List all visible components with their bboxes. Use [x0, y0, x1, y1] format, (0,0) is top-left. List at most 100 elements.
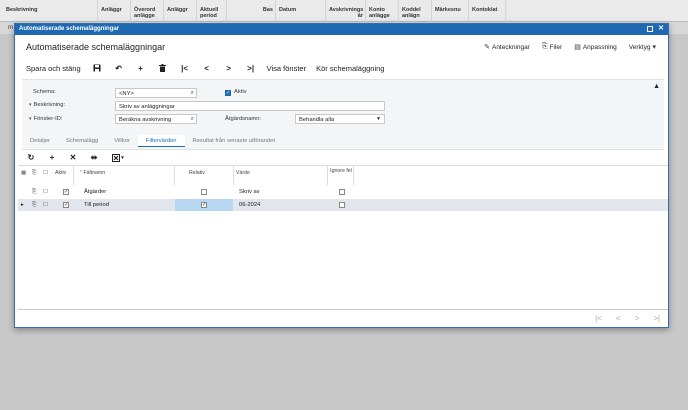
save-icon[interactable] [91, 62, 103, 74]
tools-label: Verktyg [628, 43, 651, 51]
col-divider [327, 166, 328, 185]
next-page-icon[interactable]: > [635, 314, 640, 323]
paperclip-icon: ⎘ [541, 43, 548, 50]
col-divider [353, 166, 354, 185]
files-column-icon: ⎘ [32, 170, 37, 176]
note-icon[interactable]: ☐ [43, 202, 48, 208]
bg-col-account-class: Kontoklat [469, 0, 506, 22]
tab-filter-values[interactable]: Filtervärden [137, 135, 185, 147]
add-icon[interactable]: + [135, 62, 147, 74]
row-settings-icon[interactable]: ▦ [21, 170, 26, 176]
schema-label: Schema: [33, 89, 56, 95]
last-page-icon[interactable]: >| [653, 314, 660, 323]
tab-last-run-results[interactable]: Resultat från senaste utförandet [185, 135, 284, 147]
bg-col-date: Datum [276, 0, 326, 22]
tab-details[interactable]: Detaljer [22, 135, 58, 147]
add-row-icon[interactable]: + [46, 152, 58, 164]
active-checkbox[interactable]: ✓ [225, 90, 231, 96]
last-record-icon[interactable]: >| [245, 62, 257, 74]
col-ignore-error[interactable]: Ignore fel [330, 166, 352, 185]
paperclip-icon[interactable]: ⎘ [32, 189, 36, 196]
files-label: Filer [549, 43, 563, 51]
value-cell[interactable]: 06-2024 [239, 199, 260, 211]
paperclip-icon[interactable]: ⎘ [32, 202, 36, 209]
schema-value: <NY> [119, 90, 134, 97]
first-page-icon[interactable]: |< [595, 314, 602, 323]
col-divider [73, 166, 74, 185]
fit-columns-icon[interactable]: ⇹ [88, 152, 100, 164]
screen-id-value: Beräkna avskrivning [119, 116, 172, 123]
description-value: Skriv av anläggningar [119, 103, 175, 110]
field-name-cell[interactable]: Åtgärder [84, 186, 106, 198]
active-label: Aktiv [234, 89, 247, 95]
next-record-icon[interactable]: > [223, 62, 235, 74]
tab-conditions[interactable]: Villkor [106, 135, 138, 147]
run-schedule-button[interactable]: Kör schemaläggning [316, 64, 384, 73]
value-cell[interactable]: Skriv av [239, 186, 260, 198]
row-pointer-icon: ▸ [21, 202, 24, 208]
tab-schedule[interactable]: Schemalägg [58, 135, 106, 147]
col-value[interactable]: Värde [236, 166, 296, 185]
save-close-button[interactable]: Spara och stäng [26, 64, 81, 73]
bg-col-asset2: Anläggr [164, 0, 197, 22]
previous-page-icon[interactable]: < [616, 314, 621, 323]
col-divider [174, 166, 175, 185]
notes-icon: ✎ [484, 44, 490, 51]
chevron-down-icon: ▼ [376, 116, 381, 122]
row-active-checkbox[interactable]: ✓ [63, 202, 69, 208]
schedule-dialog: Automatiserade schemaläggningar ✕ Automa… [14, 23, 669, 328]
search-icon[interactable]: ⌕ [191, 116, 194, 123]
tab-bar: Detaljer Schemalägg Villkor Filtervärden… [22, 135, 664, 147]
bg-col-asset: Anläggr [98, 0, 131, 22]
filter-values-grid: ▦ ⎘ ☐ Aktiv * Fältnamn Relativ Värde Ign… [18, 165, 668, 310]
screen-id-label: ▾ Fönster-ID: [29, 116, 63, 122]
table-row[interactable]: ⎘ ☐ ✓ Åtgärder Skriv av [18, 186, 668, 198]
bg-col-subaccount: Koddel anlägn [399, 0, 432, 22]
files-button[interactable]: ⎘ Filer [542, 43, 562, 51]
refresh-icon[interactable]: ↻ [25, 152, 37, 164]
col-relative[interactable]: Relativ [189, 166, 219, 185]
first-record-icon[interactable]: |< [179, 62, 191, 74]
export-excel-icon[interactable]: ▾ [109, 152, 127, 164]
col-active[interactable]: Aktiv [55, 166, 75, 185]
customize-icon: ▤ [574, 44, 581, 51]
background-row-text: m [8, 25, 13, 31]
notes-column-icon: ☐ [43, 170, 48, 176]
relative-checkbox[interactable]: ✓ [201, 202, 207, 208]
show-window-button[interactable]: Visa fönster [267, 64, 306, 73]
main-toolbar: Spara och stäng ↶ + |< < > >| Visa fönst… [15, 57, 668, 79]
description-input[interactable]: Skriv av anläggningar [115, 101, 385, 111]
tools-button[interactable]: Verktyg ▾ [628, 43, 656, 52]
bg-col-base: Bas [227, 0, 276, 22]
schema-input[interactable]: <NY> ⌕ [115, 88, 197, 98]
undo-icon[interactable]: ↶ [113, 62, 125, 74]
relative-checkbox[interactable] [201, 189, 207, 195]
bg-col-depreciation-years: Avskrivnings år [326, 0, 366, 22]
delete-row-icon[interactable]: ✕ [67, 152, 79, 164]
table-row[interactable]: ▸ ⎘ ☐ ✓ Till period ✓ 06-2024 [18, 199, 668, 211]
dialog-title: Automatiserade schemaläggningar [19, 26, 120, 32]
chevron-down-icon: ▾ [121, 154, 124, 161]
chevron-down-icon: ▾ [652, 44, 656, 51]
previous-record-icon[interactable]: < [201, 62, 213, 74]
grid-pager: |< < > >| [595, 314, 660, 323]
ignore-error-checkbox[interactable] [339, 202, 345, 208]
maximize-icon[interactable] [647, 26, 653, 32]
action-name-select[interactable]: Behandla alla ▼ [295, 114, 385, 124]
grid-header: ▦ ⎘ ☐ Aktiv * Fältnamn Relativ Värde Ign… [18, 166, 668, 185]
customize-button[interactable]: ▤ Anpassning [574, 43, 617, 52]
bg-col-description: Beskrivning [3, 0, 98, 22]
bg-col-account: Konto anlägge [366, 0, 399, 22]
search-icon[interactable]: ⌕ [191, 90, 194, 97]
field-name-cell[interactable]: Till period [84, 199, 109, 211]
row-active-checkbox[interactable]: ✓ [63, 189, 69, 195]
screen-id-input[interactable]: Beräkna avskrivning ⌕ [115, 114, 197, 124]
note-icon[interactable]: ☐ [43, 189, 48, 195]
action-name-label: Åtgärdsnamn: [225, 116, 262, 122]
collapse-icon[interactable]: ▲ [653, 83, 660, 90]
notes-button[interactable]: ✎ Anteckningar [484, 43, 530, 52]
ignore-error-checkbox[interactable] [339, 189, 345, 195]
close-icon[interactable]: ✕ [657, 25, 665, 33]
delete-icon[interactable] [157, 62, 169, 74]
col-field-name[interactable]: * Fältnamn [80, 166, 170, 185]
